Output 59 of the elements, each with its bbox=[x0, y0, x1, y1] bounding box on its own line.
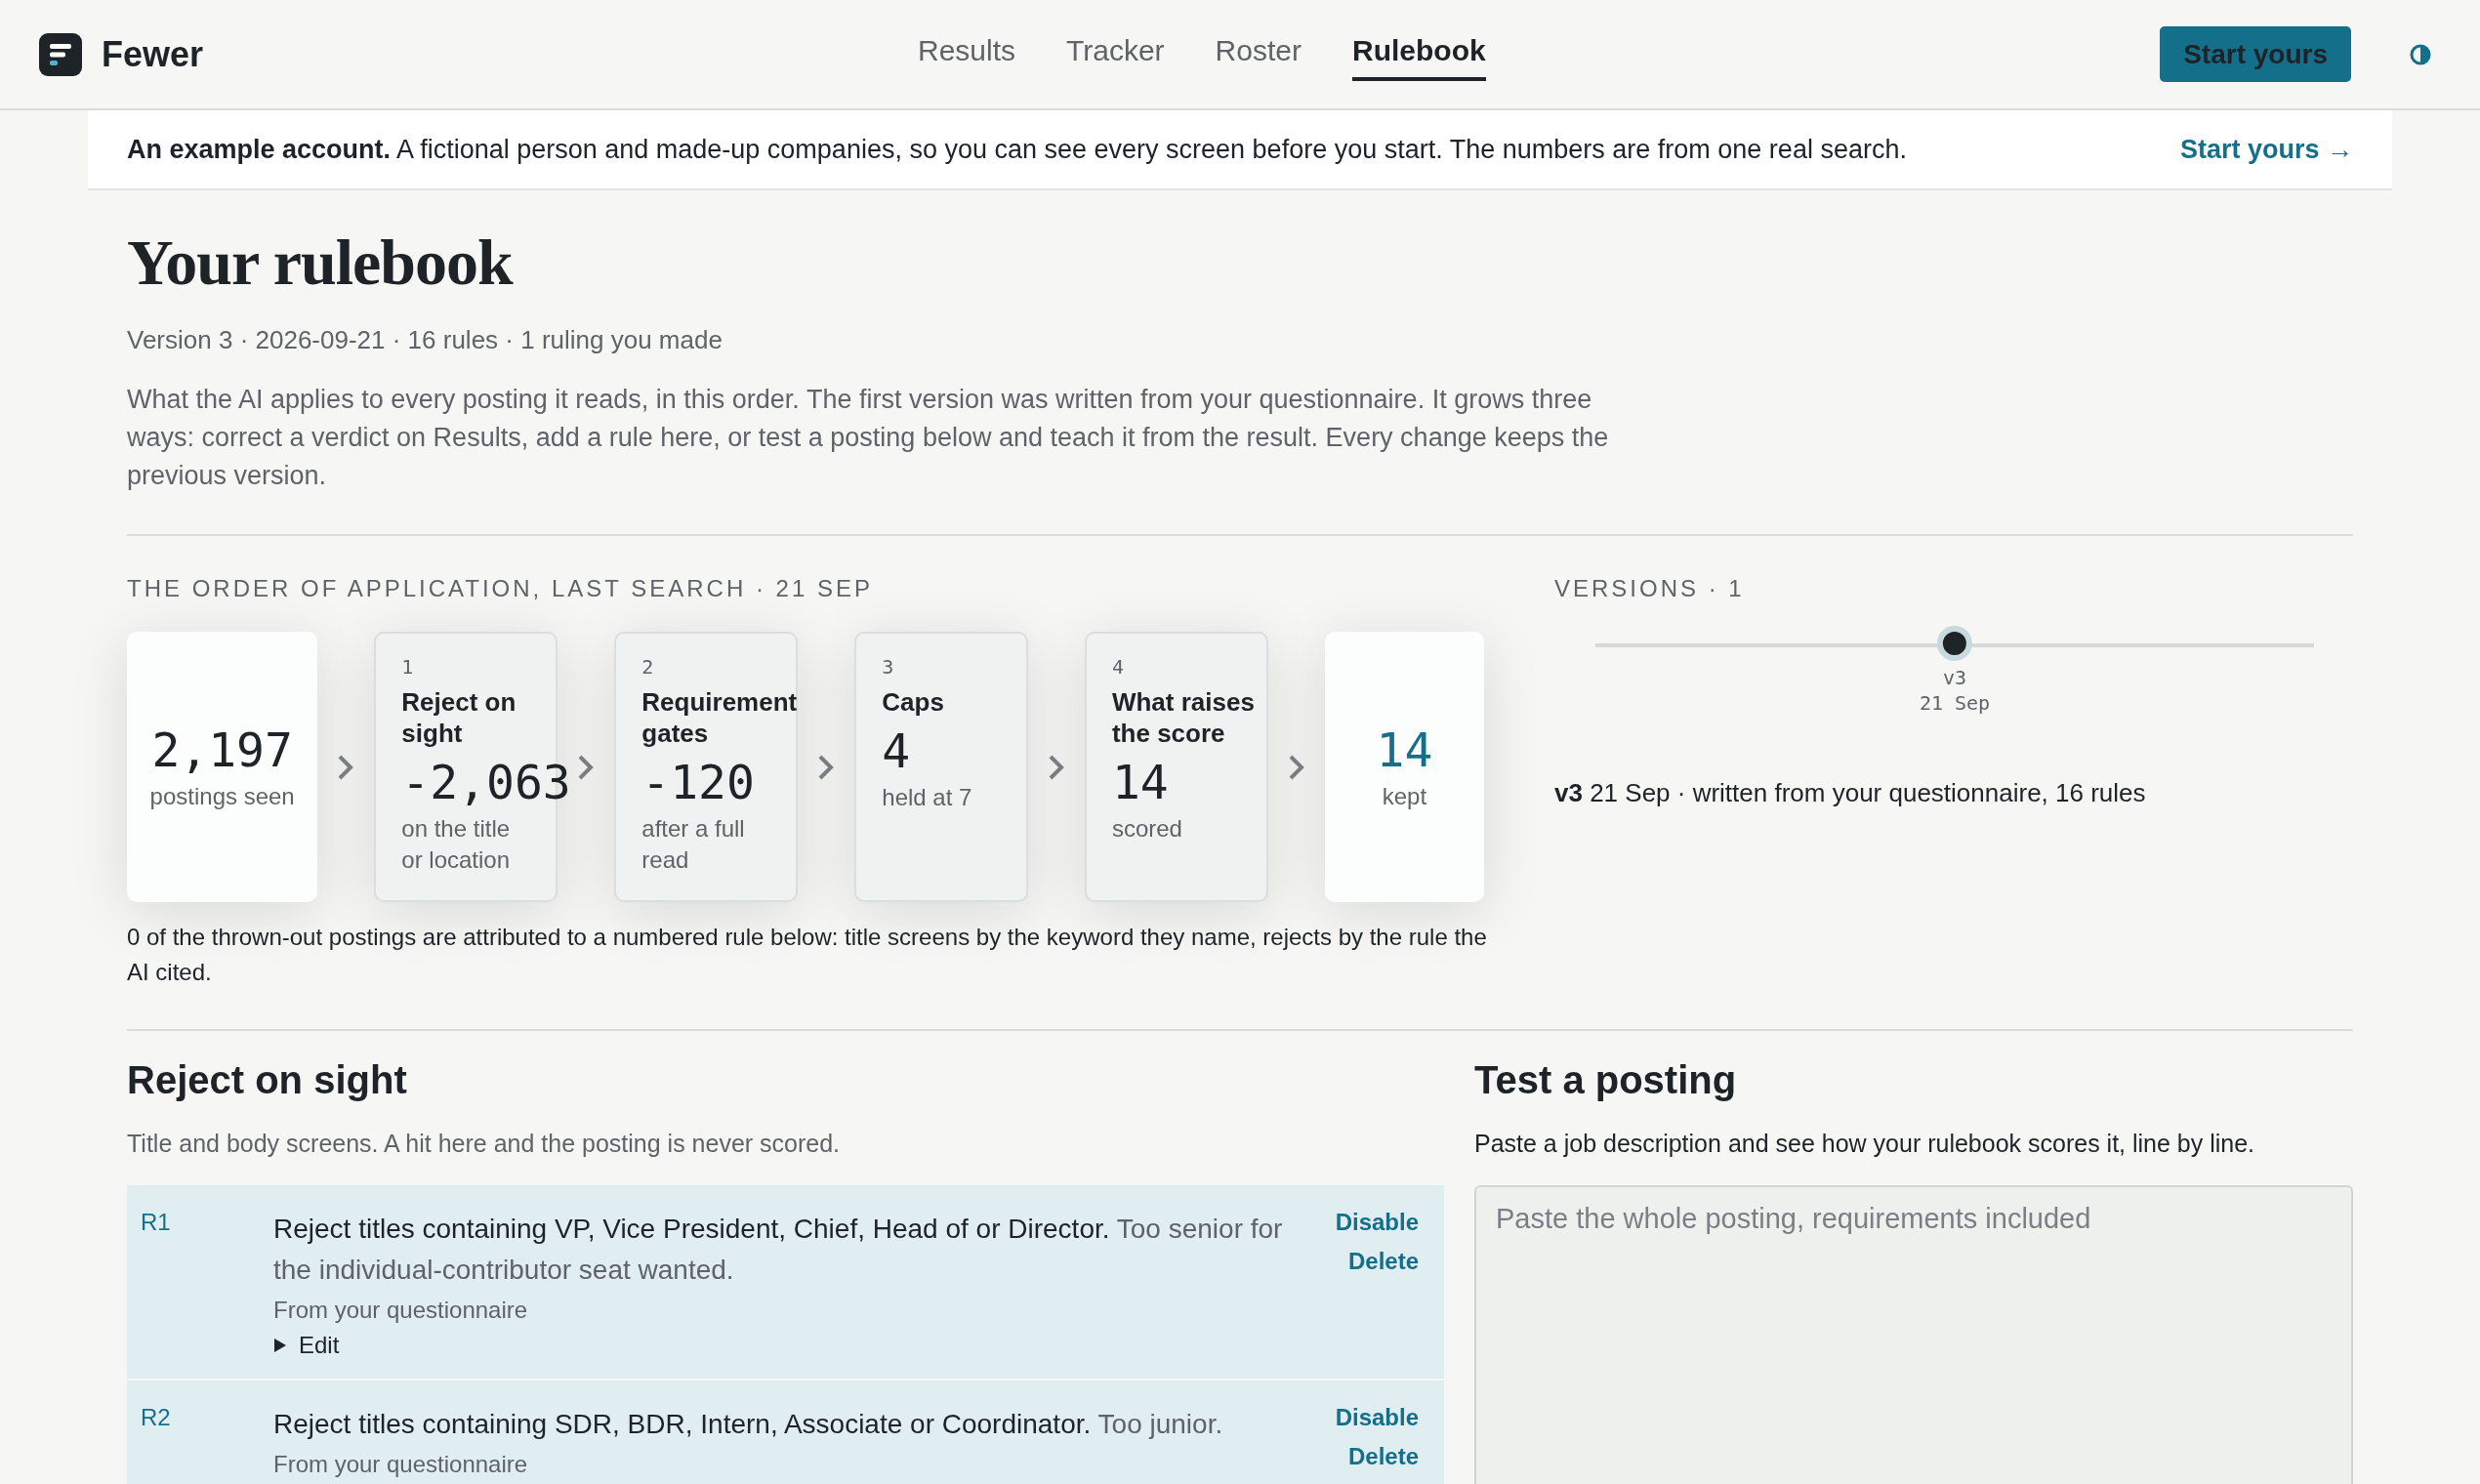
stage-title: Requirement gates bbox=[641, 686, 799, 749]
rule-action-link[interactable]: Disable bbox=[1335, 1404, 1419, 1431]
version-dot[interactable] bbox=[1937, 626, 1972, 661]
rule-source: From your questionnaire bbox=[273, 1451, 529, 1478]
step-number: 3 bbox=[882, 655, 895, 679]
chevron-icon bbox=[1287, 753, 1305, 781]
stage-count: 14 bbox=[1376, 721, 1433, 777]
posting-field[interactable]: Paste the whole posting, requirements included bbox=[1474, 1185, 2353, 1484]
chevron-icon bbox=[1047, 753, 1065, 781]
stage-note: scored bbox=[1111, 814, 1183, 844]
rule-text: Reject titles containing SDR, BDR, Intern, Associate or Coordinator. Too junior. bbox=[273, 1408, 1224, 1441]
stage-note: kept bbox=[1382, 781, 1427, 811]
rule-action-link[interactable]: Delete bbox=[1347, 1248, 1419, 1275]
start-link[interactable]: Start yours → bbox=[2179, 134, 2353, 165]
stage-count: -120 bbox=[641, 755, 755, 809]
stage-title: Reject on sight bbox=[401, 686, 517, 749]
section-title: Reject on sight bbox=[127, 1058, 408, 1102]
section-subtitle: Paste a job description and see how your rulebook scores it, line by line. bbox=[1474, 1130, 2256, 1158]
version-meta: Version 3 · 2026-09-21 · 16 rules · 1 ruling you made bbox=[127, 325, 723, 355]
edit-toggle[interactable]: Edit bbox=[273, 1332, 340, 1359]
section-label: VERSIONS · 1 bbox=[1554, 575, 1746, 602]
rule-action-link[interactable]: Delete bbox=[1347, 1443, 1419, 1470]
step-number: 4 bbox=[1111, 655, 1125, 679]
chevron-icon bbox=[337, 753, 355, 781]
logo-icon bbox=[39, 32, 82, 76]
rule-id: R2 bbox=[141, 1404, 172, 1432]
brand-name: Fewer bbox=[102, 33, 204, 75]
rule-action-link[interactable]: Disable bbox=[1335, 1209, 1419, 1236]
nav-tab[interactable]: Rulebook bbox=[1351, 27, 1486, 81]
step-number: 1 bbox=[401, 655, 415, 679]
stage-count: 4 bbox=[882, 723, 911, 778]
step-number: 2 bbox=[641, 655, 655, 679]
banner-text: An example account. A fictional person and made-up companies, so you can see every screen before you start. The numbers are from one real search. bbox=[127, 134, 1907, 165]
chevron-icon bbox=[577, 753, 596, 781]
stage-count: -2,063 bbox=[401, 755, 571, 809]
stage-note: after a full read bbox=[641, 814, 746, 875]
nav-tab[interactable]: Tracker bbox=[1066, 27, 1165, 81]
rule-source: From your questionnaire bbox=[273, 1297, 529, 1324]
contrast-icon[interactable] bbox=[2410, 43, 2431, 65]
stage-note: held at 7 bbox=[882, 783, 973, 812]
section-title: Test a posting bbox=[1474, 1058, 1738, 1102]
stage-title: What raises the score bbox=[1111, 686, 1256, 749]
pipeline-caption: 0 of the thrown-out postings are attributed to a numbered rule below: title screens by the keyword they name, rejects by the rule the AI cited. bbox=[127, 923, 1488, 987]
stage-count: 14 bbox=[1111, 755, 1169, 809]
stage-note: on the title or location bbox=[401, 814, 512, 875]
nav-tab[interactable]: Roster bbox=[1215, 27, 1302, 81]
stage-title: Caps bbox=[882, 686, 944, 718]
nav-tab[interactable]: Results bbox=[918, 27, 1016, 81]
stage-count: 2,197 bbox=[151, 721, 293, 777]
section-subtitle: Title and body screens. A hit here and the posting is never scored. bbox=[127, 1130, 842, 1158]
version-label: v3 21 Sep bbox=[1919, 665, 1991, 716]
rule-id: R1 bbox=[141, 1209, 172, 1237]
section-label: THE ORDER OF APPLICATION, LAST SEARCH · 21 SEP bbox=[127, 575, 874, 602]
chevron-icon bbox=[817, 753, 836, 781]
stage-note: postings seen bbox=[149, 781, 295, 811]
rule-text: Reject titles containing VP, Vice President, Chief, Head of or Director. Too senior for the individual-contributor seat wanted. bbox=[273, 1213, 1284, 1287]
version-summary: v3 21 Sep · written from your questionnaire, 16 rules bbox=[1554, 778, 2147, 808]
page-title: Your rulebook bbox=[127, 226, 515, 300]
intro-text: What the AI applies to every posting it reads, in this order. The first version was written from your questionnaire. It grows three ways: correct a verdict on Results, add a rule here, or test a posting below and teach it from the result. Every change keeps the previous version. bbox=[127, 384, 1610, 492]
